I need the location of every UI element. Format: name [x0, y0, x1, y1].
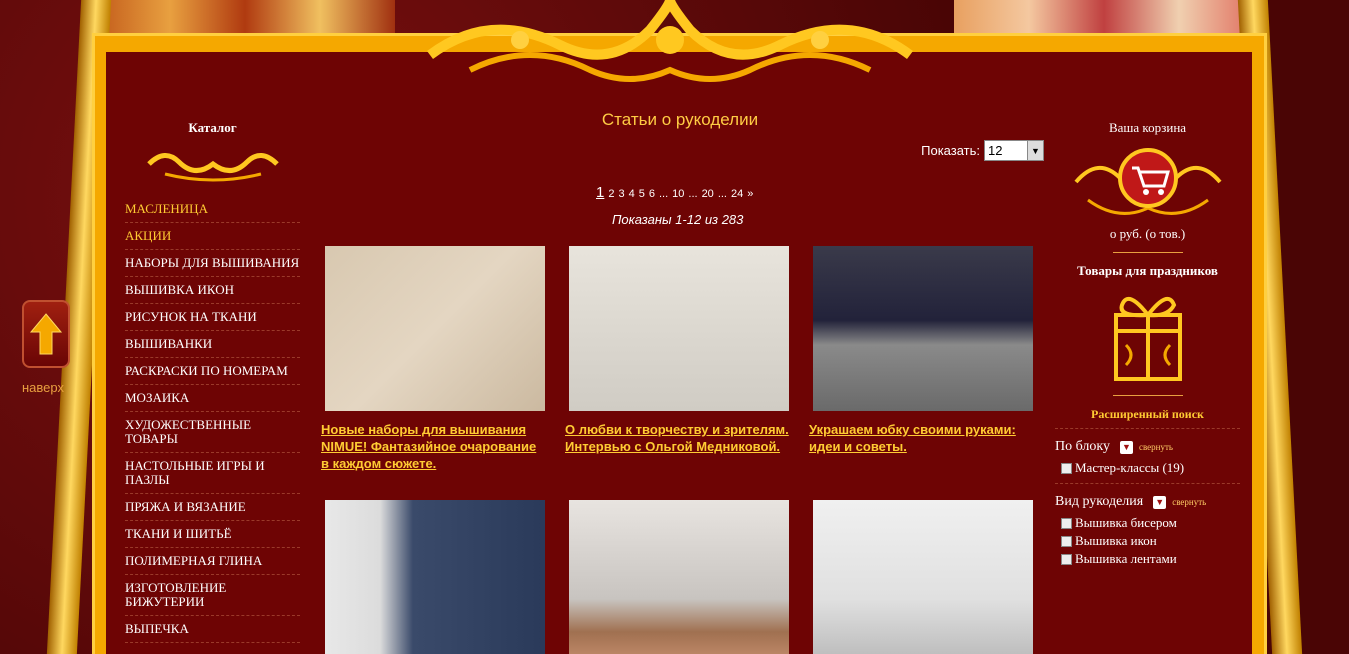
- arrow-up-icon: [29, 313, 63, 355]
- filter-group-title: По блоку: [1055, 439, 1110, 454]
- catalog-swirl-ornament: [146, 153, 279, 182]
- extended-search-title: Расширенный поиск: [1091, 407, 1204, 421]
- page-link[interactable]: ...: [718, 188, 727, 200]
- catalog-sidebar: Каталог Масленица Акции Наборы для вышиван…: [125, 120, 300, 643]
- page-link[interactable]: 2: [608, 188, 614, 200]
- results-count: Показаны 1-12 из 283: [612, 212, 744, 227]
- holiday-title[interactable]: Товары для праздников: [1055, 263, 1240, 279]
- checkbox[interactable]: [1061, 462, 1072, 474]
- page-link[interactable]: 5: [639, 188, 645, 200]
- page-link[interactable]: 4: [629, 188, 635, 200]
- article-card: [321, 500, 546, 654]
- chevron-down-icon: ▼: [1153, 495, 1167, 509]
- per-page-label: Показать:: [921, 143, 980, 158]
- cart-icon[interactable]: [1068, 142, 1228, 222]
- article-image[interactable]: [569, 500, 789, 654]
- article-image[interactable]: [813, 246, 1033, 411]
- catalog-item[interactable]: Вышиванки: [125, 331, 300, 358]
- divider: [1112, 252, 1183, 253]
- catalog-item[interactable]: Рисунок на ткани: [125, 304, 300, 331]
- page-link[interactable]: 3: [618, 188, 624, 200]
- page-link[interactable]: 20: [702, 188, 714, 200]
- catalog-list: Масленица Акции Наборы для вышивания Вышивк…: [125, 196, 300, 643]
- filter-option[interactable]: Мастер-классы (19): [1061, 459, 1240, 477]
- per-page-value: 12: [988, 143, 1003, 158]
- page-title: Статьи о рукоделии: [601, 110, 759, 129]
- filter-option-label: Вышивка икон: [1075, 533, 1157, 548]
- page-link[interactable]: »: [747, 188, 753, 200]
- right-sidebar: Ваша корзина о руб. (о тов.) Товары для …: [1055, 120, 1240, 568]
- filter-group-header: Вид рукоделия ▼ свернуть: [1055, 490, 1240, 514]
- catalog-item[interactable]: Наборы для вышивания: [125, 250, 300, 277]
- header-ornament: [427, 0, 913, 82]
- article-title-link[interactable]: О любви к творчеству и зрителям. Интервь…: [565, 421, 790, 455]
- cart-title: Ваша корзина: [1108, 120, 1187, 135]
- scroll-top-label[interactable]: наверх: [22, 380, 64, 395]
- divider: [1055, 428, 1240, 429]
- collapse-toggle[interactable]: ▼ свернуть: [1119, 440, 1173, 454]
- article-card: Новые наборы для вышивания NIMUE! Фантаз…: [321, 246, 546, 472]
- filter-group-header: По блоку ▼ свернуть: [1055, 435, 1240, 459]
- page-current[interactable]: 1: [596, 184, 604, 201]
- collapse-label[interactable]: свернуть: [1139, 442, 1173, 452]
- article-title-link[interactable]: Украшаем юбку своими руками: идеи и сове…: [809, 421, 1034, 455]
- gift-box-icon[interactable]: [1108, 285, 1188, 385]
- chevron-down-icon[interactable]: ▼: [1027, 141, 1043, 160]
- article-title-link[interactable]: Новые наборы для вышивания NIMUE! Фантаз…: [321, 421, 546, 472]
- collapse-label[interactable]: свернуть: [1172, 497, 1206, 507]
- filter-option[interactable]: Вышивка лентами: [1061, 550, 1240, 568]
- page-link[interactable]: 6: [649, 188, 655, 200]
- article-image[interactable]: [325, 246, 545, 411]
- filter-option-label: Мастер-классы (19): [1075, 460, 1185, 475]
- catalog-item[interactable]: Изготовление бижутерии: [125, 575, 300, 616]
- catalog-item[interactable]: Художественные товары: [125, 412, 300, 453]
- chevron-down-icon: ▼: [1119, 440, 1133, 454]
- page-link[interactable]: ...: [659, 188, 668, 200]
- divider: [1112, 395, 1183, 396]
- filter-option[interactable]: Вышивка икон: [1061, 532, 1240, 550]
- per-page-control: Показать: 12 ▼: [921, 140, 1044, 161]
- filter-option-label: Вышивка бисером: [1075, 515, 1177, 530]
- catalog-title: Каталог: [188, 120, 237, 135]
- per-page-select[interactable]: 12 ▼: [984, 140, 1044, 161]
- filter-group-title: Вид рукоделия: [1055, 494, 1144, 509]
- divider: [1055, 483, 1240, 484]
- page-link[interactable]: 10: [672, 188, 684, 200]
- article-card: О любви к творчеству и зрителям. Интервь…: [565, 246, 790, 455]
- catalog-item[interactable]: Ткани и шитьё: [125, 521, 300, 548]
- filter-option-label: Вышивка лентами: [1075, 551, 1177, 566]
- catalog-item[interactable]: Вышивка икон: [125, 277, 300, 304]
- checkbox[interactable]: [1061, 535, 1072, 547]
- collapse-toggle[interactable]: ▼ свернуть: [1153, 495, 1206, 509]
- checkbox[interactable]: [1061, 517, 1072, 529]
- page-link[interactable]: 24: [731, 188, 743, 200]
- article-card: [809, 500, 1034, 654]
- checkbox[interactable]: [1061, 553, 1072, 565]
- catalog-item[interactable]: Пряжа и вязание: [125, 494, 300, 521]
- main-content: Статьи о рукоделии Показать: 12 ▼ 1 2345…: [320, 100, 1044, 227]
- article-image[interactable]: [813, 500, 1033, 654]
- search-filters: По блоку ▼ свернуть Мастер-классы (19) Вид р…: [1055, 435, 1240, 568]
- catalog-item[interactable]: Мозаика: [125, 385, 300, 412]
- catalog-item[interactable]: Раскраски по номерам: [125, 358, 300, 385]
- catalog-item[interactable]: Акции: [125, 223, 300, 250]
- catalog-item[interactable]: Полимерная глина: [125, 548, 300, 575]
- pagination: 1 2 3 4 5 6... 10... 20... 24 »: [596, 184, 753, 201]
- cart-summary: о руб. (о тов.): [1109, 226, 1186, 241]
- scroll-top-button[interactable]: [22, 300, 70, 368]
- catalog-item[interactable]: Настольные игры и пазлы: [125, 453, 300, 494]
- article-card: [565, 500, 790, 654]
- catalog-item[interactable]: Выпечка: [125, 616, 300, 643]
- page-link[interactable]: ...: [688, 188, 697, 200]
- article-image[interactable]: [325, 500, 545, 654]
- article-image[interactable]: [569, 246, 789, 411]
- filter-option[interactable]: Вышивка бисером: [1061, 514, 1240, 532]
- article-card: Украшаем юбку своими руками: идеи и сове…: [809, 246, 1034, 455]
- catalog-item[interactable]: Масленица: [125, 196, 300, 223]
